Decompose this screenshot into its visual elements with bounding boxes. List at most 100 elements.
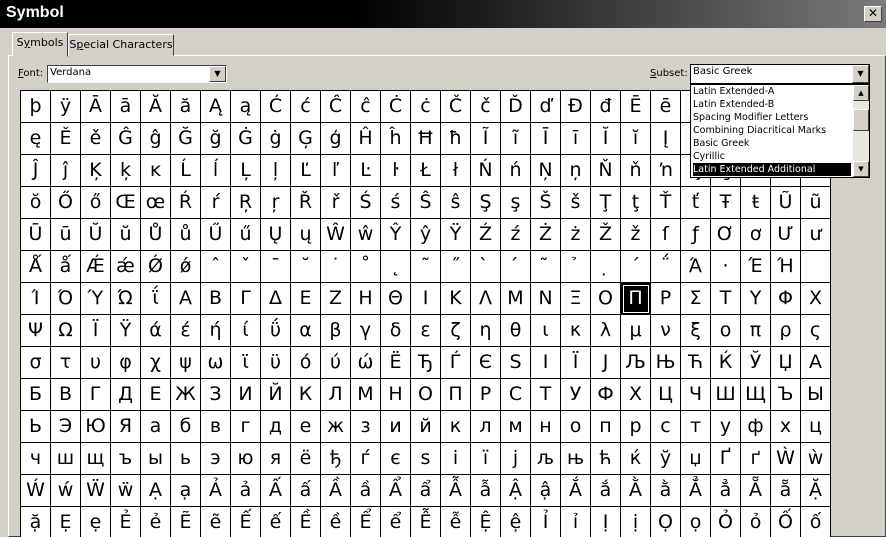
symbol-cell[interactable]: ч [21,443,51,475]
symbol-cell[interactable]: Ŷ [381,219,411,251]
symbol-cell[interactable]: Ω [51,315,81,347]
symbol-cell[interactable]: α [291,315,321,347]
symbol-cell[interactable]: Ů [141,219,171,251]
symbol-cell[interactable]: б [171,411,201,443]
symbol-cell[interactable]: Ġ [231,123,261,155]
subset-option[interactable]: Basic Greek [693,137,851,150]
symbol-cell[interactable]: Ĺ [171,155,201,187]
symbol-cell[interactable]: Đ [561,91,591,123]
symbol-cell[interactable]: Ĉ [321,91,351,123]
symbol-cell[interactable]: ľ [321,155,351,187]
subset-option[interactable]: Cyrillic [693,150,851,163]
symbol-cell[interactable]: т [681,411,711,443]
symbol-cell[interactable]: ſ [651,219,681,251]
symbol-cell[interactable]: г [231,411,261,443]
symbol-cell[interactable]: ỉ [561,507,591,537]
symbol-cell[interactable]: К [291,379,321,411]
symbol-cell[interactable]: Ą [201,91,231,123]
symbol-cell[interactable]: Ώ [111,283,141,315]
symbol-cell[interactable]: ẅ [111,475,141,507]
symbol-cell[interactable]: ю [231,443,261,475]
symbol-cell[interactable]: Ђ [411,347,441,379]
symbol-cell[interactable]: ї [471,443,501,475]
symbol-cell[interactable]: ΄ [621,251,651,283]
symbol-cell[interactable]: ễ [441,507,471,537]
symbol-cell[interactable]: Ē [621,91,651,123]
symbol-cell[interactable]: ύ [321,347,351,379]
symbol-cell[interactable]: ĉ [351,91,381,123]
symbol-cell[interactable]: Б [21,379,51,411]
symbol-cell[interactable]: γ [351,315,381,347]
symbol-cell[interactable]: Ϊ [81,315,111,347]
symbol-cell[interactable]: ş [501,187,531,219]
symbol-cell[interactable]: ể [381,507,411,537]
symbol-cell[interactable]: π [741,315,771,347]
subset-option[interactable]: Latin Extended-B [693,98,851,111]
symbol-cell[interactable]: ư [801,219,831,251]
symbol-cell[interactable]: ς [801,315,831,347]
symbol-cell[interactable]: ẩ [411,475,441,507]
symbol-cell[interactable]: ả [231,475,261,507]
symbol-cell[interactable]: Ū [21,219,51,251]
scroll-thumb[interactable] [853,109,869,131]
symbol-cell[interactable]: ˜ [411,251,441,283]
symbol-cell[interactable]: њ [561,443,591,475]
symbol-cell[interactable]: ё [291,443,321,475]
symbol-cell[interactable]: Ń [471,155,501,187]
symbol-cell[interactable]: ц [801,411,831,443]
symbol-cell[interactable]: ļ [261,155,291,187]
symbol-cell[interactable]: Ễ [411,507,441,537]
symbol-cell[interactable]: Є [471,347,501,379]
symbol-cell[interactable]: п [591,411,621,443]
symbol-cell[interactable]: Ư [771,219,801,251]
symbol-cell[interactable]: Ě [51,123,81,155]
symbol-cell[interactable]: Ο [591,283,621,315]
symbol-cell[interactable]: ě [81,123,111,155]
symbol-cell[interactable]: Ĥ [351,123,381,155]
symbol-cell[interactable]: Ų [261,219,291,251]
symbol-cell[interactable]: Ċ [381,91,411,123]
symbol-cell[interactable]: ă [171,91,201,123]
symbol-cell[interactable]: и [381,411,411,443]
symbol-cell[interactable]: ή [201,315,231,347]
symbol-cell[interactable]: ĭ [621,123,651,155]
symbol-cell[interactable]: ũ [801,187,831,219]
symbol-cell[interactable]: ầ [351,475,381,507]
symbol-cell[interactable]: Ũ [771,187,801,219]
symbol-cell[interactable]: Γ [231,283,261,315]
symbol-cell[interactable]: Г [81,379,111,411]
symbol-cell[interactable]: κ [561,315,591,347]
symbol-cell[interactable]: Ậ [501,475,531,507]
symbol-cell[interactable]: ε [411,315,441,347]
symbol-cell[interactable]: ķ [111,155,141,187]
symbol-cell[interactable]: Ẻ [111,507,141,537]
symbol-cell[interactable]: Р [471,379,501,411]
symbol-cell[interactable]: ΰ [261,315,291,347]
symbol-cell[interactable]: ņ [561,155,591,187]
symbol-cell[interactable]: Ĝ [111,123,141,155]
symbol-cell[interactable]: ẻ [141,507,171,537]
symbol-cell[interactable]: Ż [531,219,561,251]
symbol-cell[interactable]: д [261,411,291,443]
symbol-cell[interactable]: я [261,443,291,475]
symbol-cell[interactable]: ẫ [471,475,501,507]
symbol-cell[interactable]: έ [171,315,201,347]
symbol-cell[interactable]: к [441,411,471,443]
symbol-cell[interactable]: Ạ [141,475,171,507]
symbol-cell[interactable]: ι [531,315,561,347]
symbol-cell[interactable]: ĸ [141,155,171,187]
close-button[interactable]: ✕ [864,6,882,22]
subset-option[interactable]: Combining Diacritical Marks [693,124,851,137]
symbol-cell[interactable]: Μ [501,283,531,315]
symbol-cell[interactable]: ź [501,219,531,251]
symbol-cell[interactable]: ť [681,187,711,219]
symbol-cell[interactable]: ό [291,347,321,379]
symbol-cell[interactable]: Ф [591,379,621,411]
symbol-cell[interactable]: ặ [21,507,51,537]
symbol-cell[interactable]: ń [501,155,531,187]
symbol-cell[interactable]: Ѕ [501,347,531,379]
symbol-cell[interactable]: м [501,411,531,443]
symbol-cell[interactable]: ф [741,411,771,443]
symbol-cell[interactable]: Й [261,379,291,411]
symbol-cell[interactable]: ̣ [591,251,621,283]
